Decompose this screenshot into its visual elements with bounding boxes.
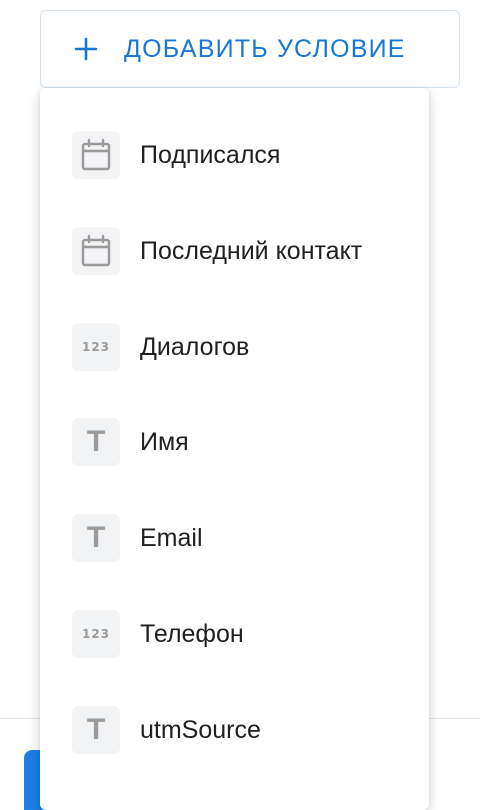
text-glyph: T — [86, 425, 106, 458]
text-icon: T — [72, 514, 120, 562]
text-icon: T — [72, 418, 120, 466]
menu-item-label: utmSource — [140, 715, 261, 744]
menu-item-phone[interactable]: 123 Телефон — [40, 602, 429, 666]
text-glyph: T — [86, 713, 106, 746]
calendar-icon — [72, 227, 120, 275]
menu-item-dialogs[interactable]: 123 Диалогов — [40, 315, 429, 379]
text-icon: T — [72, 706, 120, 754]
number-glyph: 123 — [81, 340, 111, 354]
menu-item-utm-source[interactable]: T utmSource — [40, 698, 429, 762]
menu-item-label: Email — [140, 523, 203, 552]
menu-item-email[interactable]: T Email — [40, 506, 429, 570]
menu-item-name[interactable]: T Имя — [40, 410, 429, 474]
number-icon: 123 — [72, 323, 120, 371]
menu-item-label: Диалогов — [140, 332, 250, 361]
menu-item-subscribed[interactable]: Подписался — [40, 123, 429, 187]
menu-item-label: Имя — [140, 427, 189, 456]
number-icon: 123 — [72, 610, 120, 658]
plus-icon — [74, 37, 98, 61]
text-glyph: T — [86, 521, 106, 554]
menu-item-label: Подписался — [140, 140, 281, 169]
menu-item-label: Телефон — [140, 619, 244, 648]
menu-item-label: Последний контакт — [140, 236, 363, 265]
calendar-icon — [72, 131, 120, 179]
add-condition-label: ДОБАВИТЬ УСЛОВИЕ — [124, 34, 406, 63]
page: ДОБАВИТЬ УСЛОВИЕ Подписался Последний ко… — [0, 0, 480, 810]
number-glyph: 123 — [81, 627, 111, 641]
condition-dropdown-menu: Подписался Последний контакт 123 Диалого… — [40, 88, 429, 810]
menu-item-last-contact[interactable]: Последний контакт — [40, 219, 429, 283]
add-condition-button[interactable]: ДОБАВИТЬ УСЛОВИЕ — [40, 10, 460, 88]
